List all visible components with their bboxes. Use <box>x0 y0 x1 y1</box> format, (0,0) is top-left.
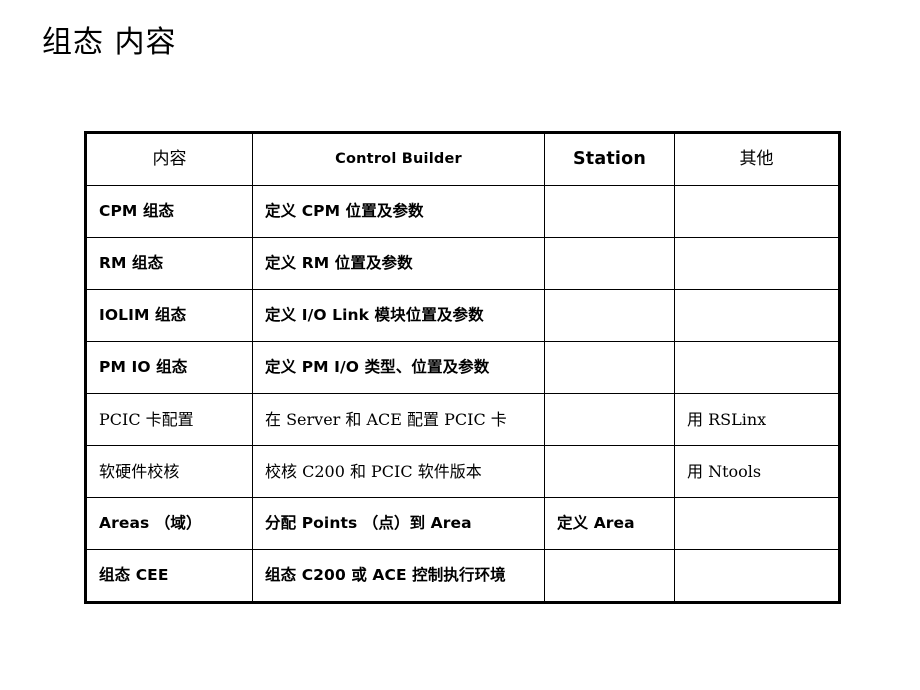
cell-control-builder-text: 定义 I/O Link 模块位置及参数 <box>265 306 484 325</box>
cell-other <box>674 185 840 238</box>
cell-content: IOLIM 组态 <box>85 289 253 342</box>
cell-other <box>674 237 840 290</box>
cell-other: 用 RSLinx <box>674 393 840 446</box>
cell-station <box>544 393 675 446</box>
table-row: 软硬件校核 校核 C200 和 PCIC 软件版本 用 Ntools <box>85 445 840 498</box>
table-row: RM 组态 定义 RM 位置及参数 <box>85 237 840 290</box>
cell-control-builder: 定义 I/O Link 模块位置及参数 <box>252 289 545 342</box>
cell-content: RM 组态 <box>85 237 253 290</box>
cell-station <box>544 341 675 394</box>
cell-content-text: PCIC 卡配置 <box>99 409 194 429</box>
cell-control-builder-text: 在 Server 和 ACE 配置 PCIC 卡 <box>265 409 507 429</box>
cell-station <box>544 185 675 238</box>
column-header-control-builder-label: Control Builder <box>335 151 462 168</box>
cell-content: CPM 组态 <box>85 185 253 238</box>
slide-canvas: 组态 内容 内容 Control Builder Station 其他 CPM … <box>0 0 920 690</box>
cell-other-text: 用 Ntools <box>687 461 762 481</box>
cell-control-builder: 定义 PM I/O 类型、位置及参数 <box>252 341 545 394</box>
cell-content: PM IO 组态 <box>85 341 253 394</box>
cell-control-builder-text: 定义 PM I/O 类型、位置及参数 <box>265 358 490 377</box>
column-header-station-label: Station <box>572 149 647 169</box>
cell-station: 定义 Area <box>544 497 675 550</box>
cell-control-builder: 组态 C200 或 ACE 控制执行环境 <box>252 549 545 603</box>
cell-other-text: 用 RSLinx <box>687 409 767 429</box>
column-header-other: 其他 <box>674 132 840 186</box>
column-header-content: 内容 <box>85 132 253 186</box>
cell-other <box>674 341 840 394</box>
cell-station <box>544 289 675 342</box>
cell-content: Areas （域） <box>85 497 253 550</box>
cell-content-text: 软硬件校核 <box>99 461 180 481</box>
cell-station <box>544 237 675 290</box>
table-row: PCIC 卡配置 在 Server 和 ACE 配置 PCIC 卡 用 RSLi… <box>85 393 840 446</box>
cell-other <box>674 497 840 550</box>
cell-content: PCIC 卡配置 <box>85 393 253 446</box>
cell-control-builder: 在 Server 和 ACE 配置 PCIC 卡 <box>252 393 545 446</box>
column-header-content-label: 内容 <box>152 149 187 170</box>
config-table: 内容 Control Builder Station 其他 CPM 组态 定义 … <box>84 131 841 604</box>
cell-control-builder: 定义 RM 位置及参数 <box>252 237 545 290</box>
cell-station <box>544 549 675 603</box>
cell-control-builder-text: 组态 C200 或 ACE 控制执行环境 <box>265 566 506 585</box>
table-row: IOLIM 组态 定义 I/O Link 模块位置及参数 <box>85 289 840 342</box>
column-header-station: Station <box>544 132 675 186</box>
cell-other <box>674 549 840 603</box>
cell-station-text: 定义 Area <box>557 514 635 533</box>
table-row: 组态 CEE 组态 C200 或 ACE 控制执行环境 <box>85 549 840 603</box>
cell-control-builder-text: 定义 CPM 位置及参数 <box>265 202 424 221</box>
table-header-row: 内容 Control Builder Station 其他 <box>85 132 840 186</box>
cell-content-text: Areas （域） <box>99 514 202 533</box>
cell-other <box>674 289 840 342</box>
column-header-other-label: 其他 <box>739 149 774 170</box>
cell-content-text: IOLIM 组态 <box>99 306 187 325</box>
cell-control-builder: 分配 Points （点）到 Area <box>252 497 545 550</box>
table-row: CPM 组态 定义 CPM 位置及参数 <box>85 185 840 238</box>
cell-control-builder-text: 分配 Points （点）到 Area <box>265 514 472 533</box>
table-row: PM IO 组态 定义 PM I/O 类型、位置及参数 <box>85 341 840 394</box>
cell-content-text: RM 组态 <box>99 254 164 273</box>
cell-control-builder-text: 校核 C200 和 PCIC 软件版本 <box>265 461 482 481</box>
cell-control-builder-text: 定义 RM 位置及参数 <box>265 254 413 273</box>
page-title: 组态 内容 <box>42 25 177 60</box>
cell-control-builder: 校核 C200 和 PCIC 软件版本 <box>252 445 545 498</box>
cell-other: 用 Ntools <box>674 445 840 498</box>
cell-content-text: PM IO 组态 <box>99 358 188 377</box>
cell-content: 软硬件校核 <box>85 445 253 498</box>
cell-content-text: 组态 CEE <box>99 566 169 585</box>
cell-control-builder: 定义 CPM 位置及参数 <box>252 185 545 238</box>
table-row: Areas （域） 分配 Points （点）到 Area 定义 Area <box>85 497 840 550</box>
cell-content-text: CPM 组态 <box>99 202 175 221</box>
cell-content: 组态 CEE <box>85 549 253 603</box>
config-table-container: 内容 Control Builder Station 其他 CPM 组态 定义 … <box>84 131 841 604</box>
column-header-control-builder: Control Builder <box>252 132 545 186</box>
cell-station <box>544 445 675 498</box>
